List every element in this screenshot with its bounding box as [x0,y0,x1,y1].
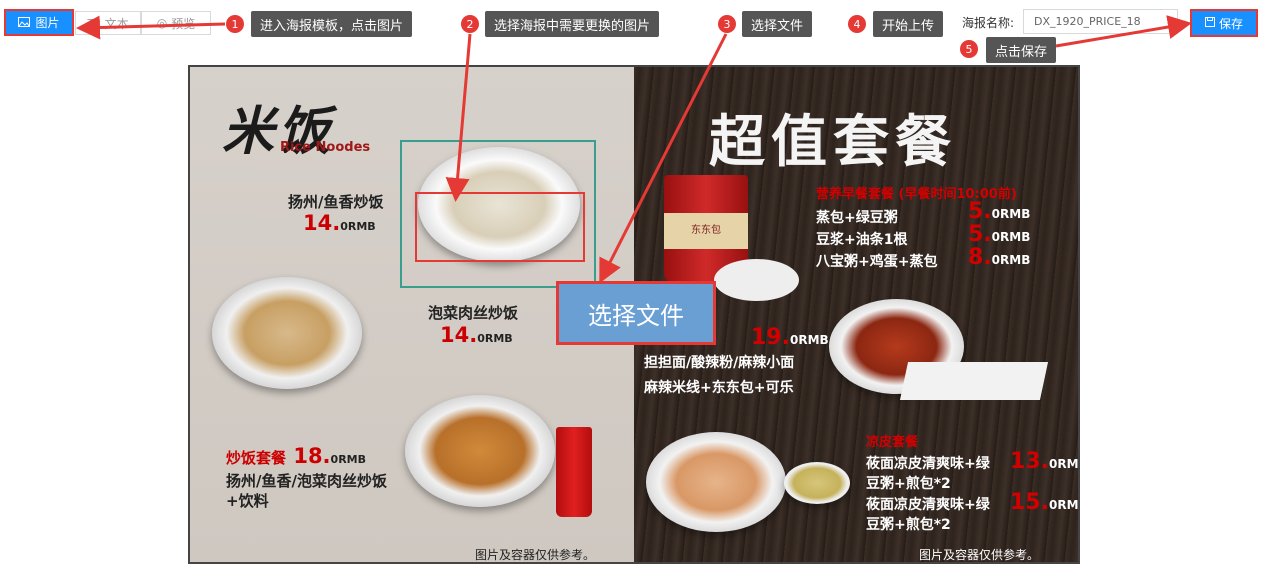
item-2-name: 泡菜肉丝炒饭 [428,304,519,322]
save-icon [1204,16,1215,30]
right-title: 超值套餐 [709,109,957,175]
breakfast-price-3: 8.0RMB [968,245,1031,270]
item-2-price: 14.0RMB [440,323,513,347]
combo-price: 炒饭套餐 18.0RMB [226,444,366,468]
select-file-button[interactable]: 选择文件 [556,281,716,345]
liangpi-item-1-line-2: 豆粥+煎包*2 [866,476,951,492]
eye-icon: ◎ [156,16,168,30]
step-1-badge: 1 [226,15,244,33]
text-tab[interactable]: Tт 文本 [75,11,141,35]
breakfast-item-3: 八宝粥+鸡蛋+蒸包 [816,254,938,270]
selection-highlight [415,192,585,262]
step-3-badge: 3 [718,15,736,33]
liangpi-image[interactable] [646,432,786,532]
step-2-badge: 2 [461,15,479,33]
liangpi-price-2: 15.0RMB [1010,490,1079,515]
poster-name-input[interactable] [1023,9,1178,34]
liangpi-title: 凉皮套餐 [866,435,919,450]
youtiao-plate-image[interactable] [714,259,799,301]
liangpi-price-1: 13.0RMB [1010,449,1079,474]
noodle-combo-line-1: 担担面/酸辣粉/麻辣小面 [644,355,795,371]
liangpi-item-2-line-2: 豆粥+煎包*2 [866,517,951,533]
right-note: 图片及容器仅供参考。 [919,548,1040,562]
breakfast-item-1: 蒸包+绿豆粥 [816,210,898,226]
porridge-image[interactable] [784,462,850,504]
combo-line-2: +饮料 [226,492,269,510]
poster-name-label: 海报名称: [962,16,1015,30]
text-tab-label: 文本 [104,16,129,31]
step-5-badge: 5 [960,40,978,58]
item-1-price: 14.0RMB [303,211,376,235]
breakfast-item-2: 豆浆+油条1根 [816,232,908,248]
step-5-tip: 点击保存 [986,37,1057,63]
cola-cup-image [556,427,592,517]
step-4-tip: 开始上传 [873,11,944,37]
preview-tab[interactable]: ◎ 预览 [141,11,211,35]
combo-rice-image[interactable] [405,395,555,507]
noodle-combo-line-2: 麻辣米线+东东包+可乐 [644,380,794,396]
text-icon: Tт [87,16,101,30]
preview-tab-label: 预览 [171,16,196,31]
noodle-combo-price: 19.0RMB [751,325,829,350]
bun-plate-image[interactable] [899,362,1049,400]
left-note: 图片及容器仅供参考。 [475,548,596,562]
breakfast-price-2: 5.0RMB [968,222,1031,247]
combo-line-1: 扬州/鱼香/泡菜肉丝炒饭 [226,472,387,490]
step-1-tip: 进入海报模板，点击图片 [251,11,413,37]
image-tab-label: 图片 [35,16,60,30]
step-4-badge: 4 [848,15,866,33]
breakfast-price-1: 5.0RMB [968,199,1031,224]
save-button[interactable]: 保存 [1190,9,1258,37]
step-2-tip: 选择海报中需要更换的图片 [485,11,660,37]
item-1-name: 扬州/鱼香炒饭 [288,193,384,211]
logo-en: Rice Noodes [280,140,371,155]
image-tab[interactable]: 图片 [4,9,74,36]
liangpi-item-1-line-1: 莜面凉皮清爽味+绿 [866,456,990,472]
image-icon [18,16,31,30]
step-3-tip: 选择文件 [742,11,813,37]
kimchi-rice-image[interactable] [212,277,362,389]
liangpi-item-2-line-1: 莜面凉皮清爽味+绿 [866,497,990,513]
save-label: 保存 [1218,16,1243,31]
